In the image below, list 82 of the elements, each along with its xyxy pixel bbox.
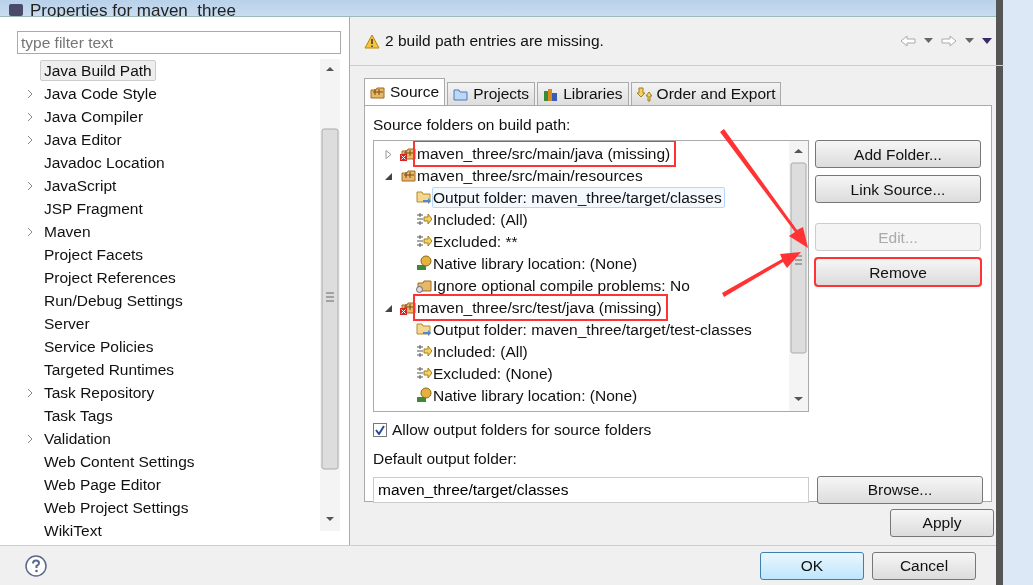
back-icon	[900, 35, 916, 47]
sidebar-item[interactable]: Java Build Path	[17, 59, 320, 82]
forward-icon	[941, 35, 957, 47]
tab[interactable]: Source	[364, 78, 446, 105]
filter-icon	[416, 365, 432, 382]
expand-icon	[25, 134, 34, 145]
expand-icon	[25, 226, 34, 237]
browse-button[interactable]: Browse...	[817, 475, 983, 504]
sidebar-item[interactable]: Validation	[17, 427, 320, 450]
apply-button[interactable]: Apply	[890, 509, 994, 537]
tree-item[interactable]: Excluded: **	[432, 230, 521, 252]
library-icon	[416, 387, 432, 404]
help-icon	[25, 554, 47, 577]
sidebar-item[interactable]: Web Content Settings	[17, 450, 320, 473]
books-icon	[543, 86, 559, 102]
folder-icon	[453, 86, 469, 102]
sidebar-item[interactable]: Javadoc Location	[17, 151, 320, 174]
sidebar-item[interactable]: Web Project Settings	[17, 496, 320, 519]
sidebar-item[interactable]: Run/Debug Settings	[17, 289, 320, 312]
tree-item[interactable]: Included: (All)	[432, 208, 531, 230]
tree-item[interactable]: Output folder: maven_three/target/classes	[432, 186, 725, 208]
scrollbar[interactable]	[789, 141, 808, 412]
dialog-button[interactable]: OK	[760, 551, 864, 580]
sidebar-item[interactable]: Maven	[17, 220, 320, 243]
dropdown-icon	[965, 38, 974, 44]
sidebar-item[interactable]: Task Repository	[17, 381, 320, 404]
arrows-icon	[636, 86, 652, 102]
output-folder-icon	[416, 189, 432, 206]
expand-icon	[25, 433, 34, 444]
scrollbar[interactable]	[320, 59, 340, 531]
side-button[interactable]: Add Folder...	[815, 140, 981, 169]
tree-item[interactable]: Native library location: (None)	[432, 384, 641, 406]
sidebar-item[interactable]: Project Facets	[17, 243, 320, 266]
side-button[interactable]: Remove	[815, 258, 981, 287]
dialog-button[interactable]: Cancel	[872, 551, 976, 580]
sidebar-item[interactable]: Project References	[17, 266, 320, 289]
output-folder-field[interactable]: maven_three/target/classes	[373, 476, 809, 503]
checkbox-label: Allow output folders for source folders	[392, 420, 652, 441]
window-title: Properties for maven_three	[30, 4, 236, 18]
field-label: Default output folder:	[373, 448, 518, 469]
sidebar-item[interactable]: Web Page Editor	[17, 473, 320, 496]
output-folder-icon	[416, 321, 432, 338]
expand-icon	[25, 88, 34, 99]
filter-icon	[416, 233, 432, 250]
section-label: Source folders on build path:	[373, 115, 572, 135]
tab[interactable]: Projects	[447, 82, 536, 105]
filter-field[interactable]: type filter text	[17, 31, 341, 54]
warning-message: 2 build path entries are missing.	[385, 31, 604, 52]
package-folder-icon	[370, 84, 385, 100]
tree-item[interactable]: Ignore optional compile problems: No	[432, 274, 693, 296]
side-button[interactable]: Link Source...	[815, 175, 981, 204]
sidebar-item[interactable]: Service Policies	[17, 335, 320, 358]
app-icon	[8, 4, 24, 16]
library-icon	[416, 255, 432, 272]
expand-icon	[25, 180, 34, 191]
sidebar-item[interactable]: Task Tags	[17, 404, 320, 427]
tree-item[interactable]: maven_three/src/main/resources	[416, 164, 646, 186]
tree-item[interactable]: Output folder: maven_three/target/test-classes	[432, 318, 755, 340]
filter-icon	[416, 343, 432, 360]
expand-icon	[25, 387, 34, 398]
sidebar-item[interactable]: JavaScript	[17, 174, 320, 197]
tree-item[interactable]: maven_three/src/test/java (missing)	[416, 296, 665, 318]
tree-item[interactable]: maven_three/src/main/java (missing)	[416, 142, 674, 164]
sidebar-item[interactable]: Java Compiler	[17, 105, 320, 128]
package-folder-icon	[416, 277, 432, 294]
tree-item[interactable]: Excluded: (None)	[432, 362, 556, 384]
sidebar-item[interactable]: WikiText	[17, 519, 320, 542]
tree-item[interactable]: Native library location: (None)	[432, 252, 641, 274]
dropdown-icon	[924, 38, 933, 44]
warning-icon	[364, 33, 380, 49]
tab[interactable]: Order and Export	[630, 82, 782, 105]
sidebar-item[interactable]: Java Code Style	[17, 82, 320, 105]
sidebar-item[interactable]: Server	[17, 312, 320, 335]
sidebar-item[interactable]: Targeted Runtimes	[17, 358, 320, 381]
filter-icon	[416, 211, 432, 228]
sidebar-item[interactable]: JSP Fragment	[17, 197, 320, 220]
tree-item[interactable]: Included: (All)	[432, 340, 531, 362]
menu-icon	[982, 38, 992, 44]
checkbox[interactable]	[373, 422, 387, 437]
expand-icon	[25, 111, 34, 122]
sidebar-item[interactable]: Java Editor	[17, 128, 320, 151]
tab[interactable]: Libraries	[537, 82, 629, 105]
